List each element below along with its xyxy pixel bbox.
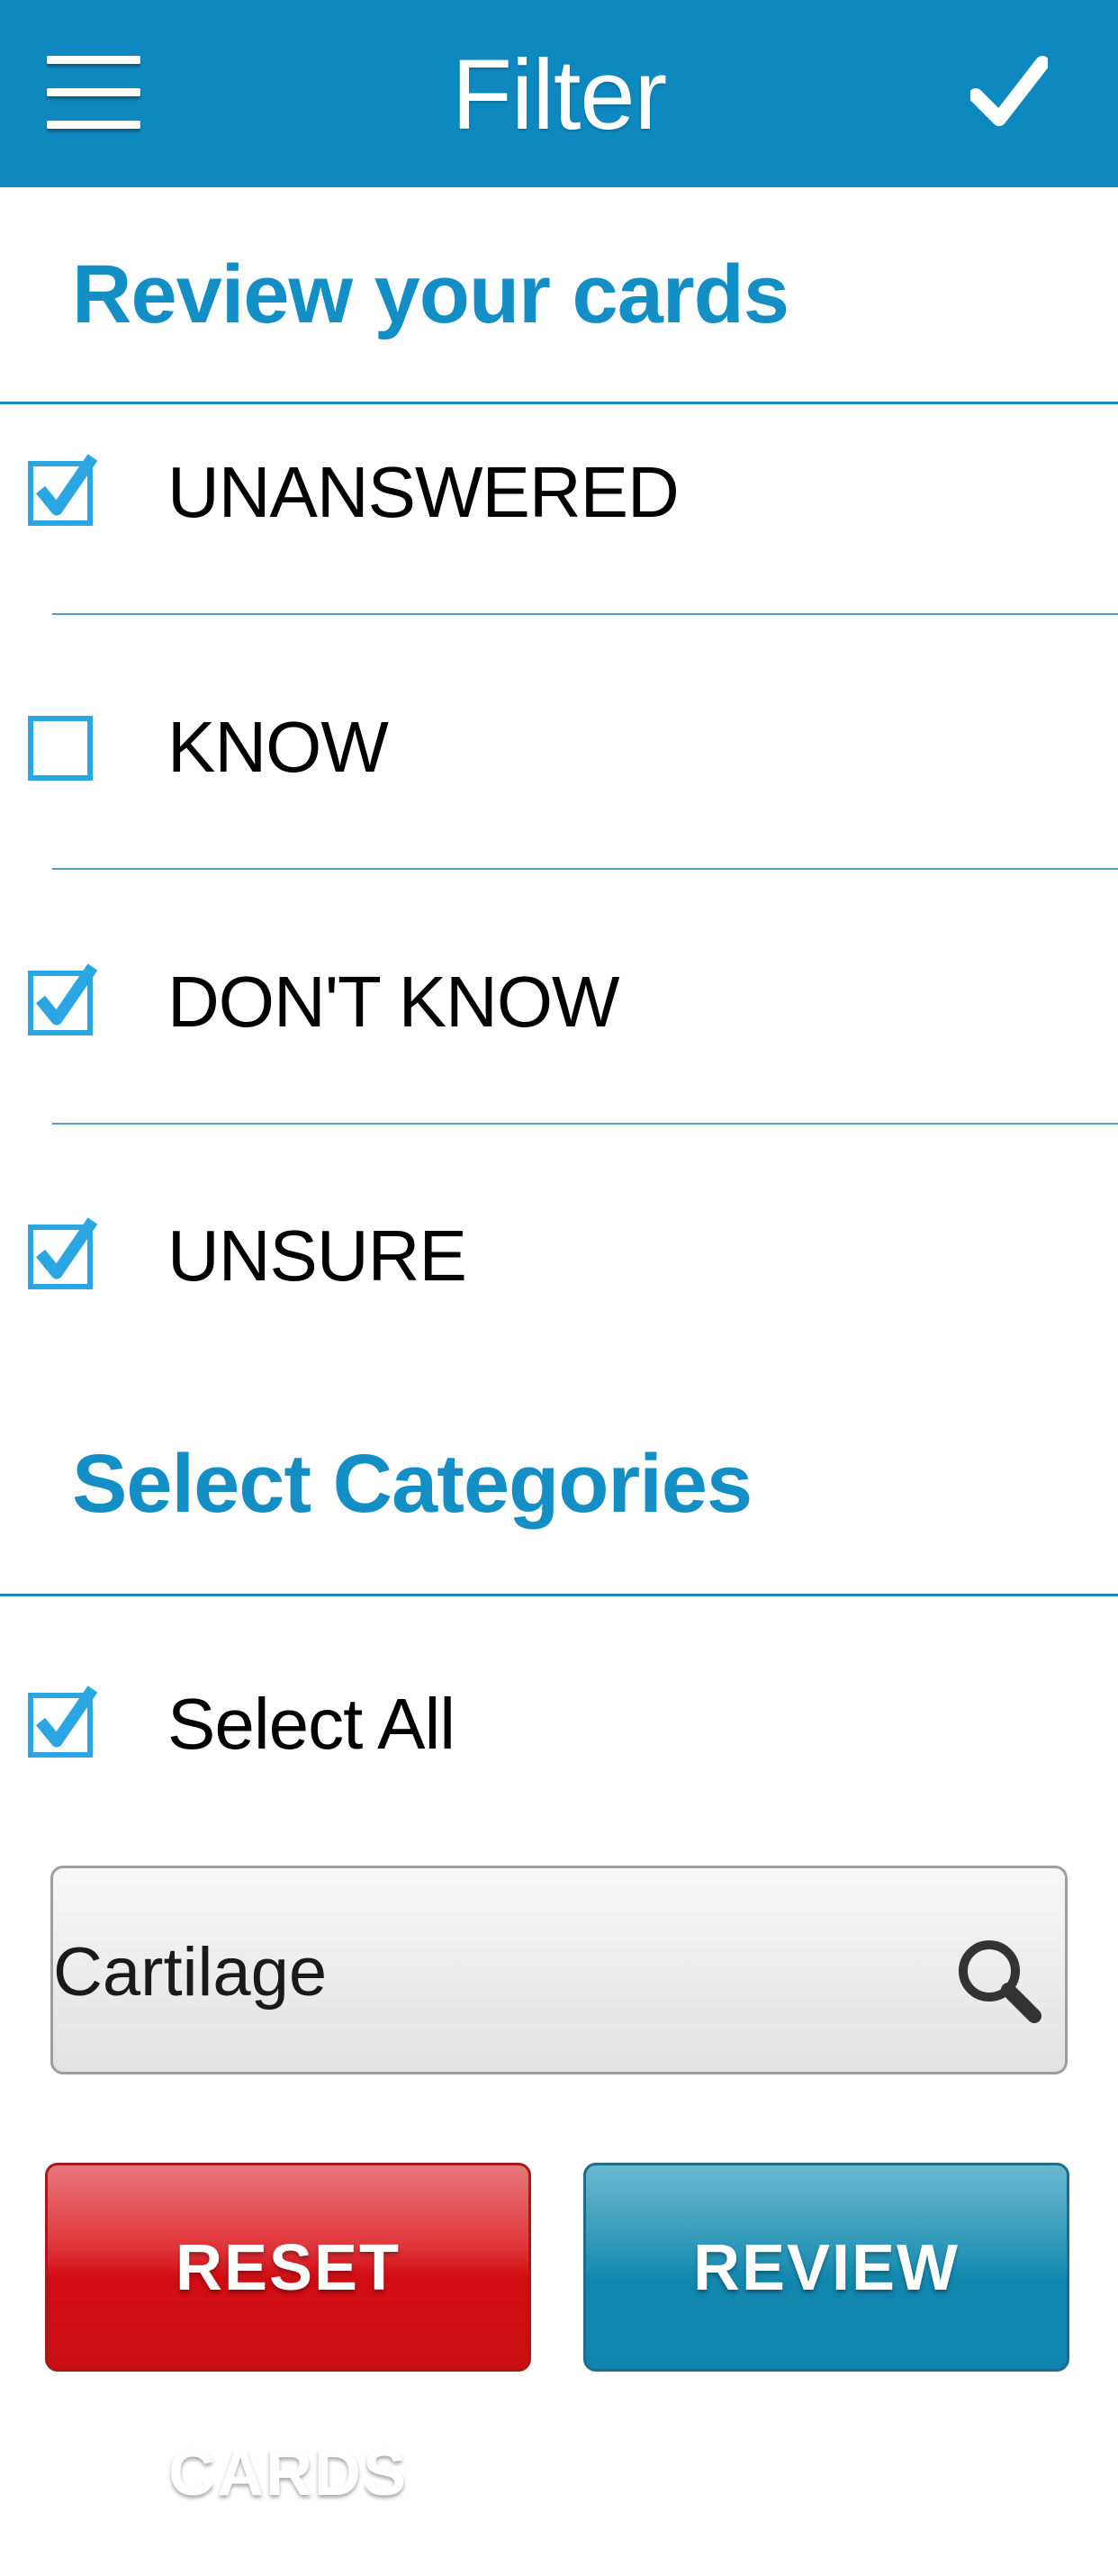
categories-section-title: Select Categories <box>72 1438 753 1530</box>
filter-option-unsure[interactable]: UNSURE <box>0 1189 1118 1315</box>
filter-option-know[interactable]: KNOW <box>0 680 1118 806</box>
confirm-checkmark-icon[interactable] <box>969 54 1050 131</box>
section-divider <box>0 1594 1118 1596</box>
filter-option-unanswered[interactable]: UNANSWERED <box>0 425 1118 551</box>
page-title: Filter <box>451 40 667 150</box>
checkbox-checked-icon[interactable] <box>28 960 98 1037</box>
option-label: KNOW <box>167 707 389 787</box>
row-divider <box>52 868 1118 870</box>
section-divider <box>0 402 1118 404</box>
select-all-option[interactable]: Select All <box>0 1657 1118 1783</box>
search-icon[interactable] <box>953 1935 1043 2025</box>
search-input[interactable]: Cartilage <box>53 1935 327 2011</box>
filter-option-dont-know[interactable]: DON'T KNOW <box>0 935 1118 1061</box>
review-button[interactable]: REVIEW <box>583 2163 1069 2372</box>
row-divider <box>52 1123 1118 1125</box>
option-label: UNANSWERED <box>167 452 680 532</box>
select-all-label: Select All <box>167 1684 455 1764</box>
checkbox-checked-icon[interactable] <box>28 1214 98 1291</box>
checkbox-unchecked-icon[interactable] <box>28 705 98 782</box>
checkbox-checked-icon[interactable] <box>28 450 98 528</box>
option-label: UNSURE <box>167 1216 467 1296</box>
reset-cards-button[interactable]: RESET CARDS <box>45 2163 531 2509</box>
row-divider <box>52 613 1118 615</box>
top-bar: Filter <box>0 0 1118 187</box>
review-section-title: Review your cards <box>72 249 789 340</box>
category-search-field[interactable]: Cartilage <box>50 1866 1068 2074</box>
checkbox-checked-icon[interactable] <box>28 1682 98 1759</box>
option-label: DON'T KNOW <box>167 962 620 1042</box>
